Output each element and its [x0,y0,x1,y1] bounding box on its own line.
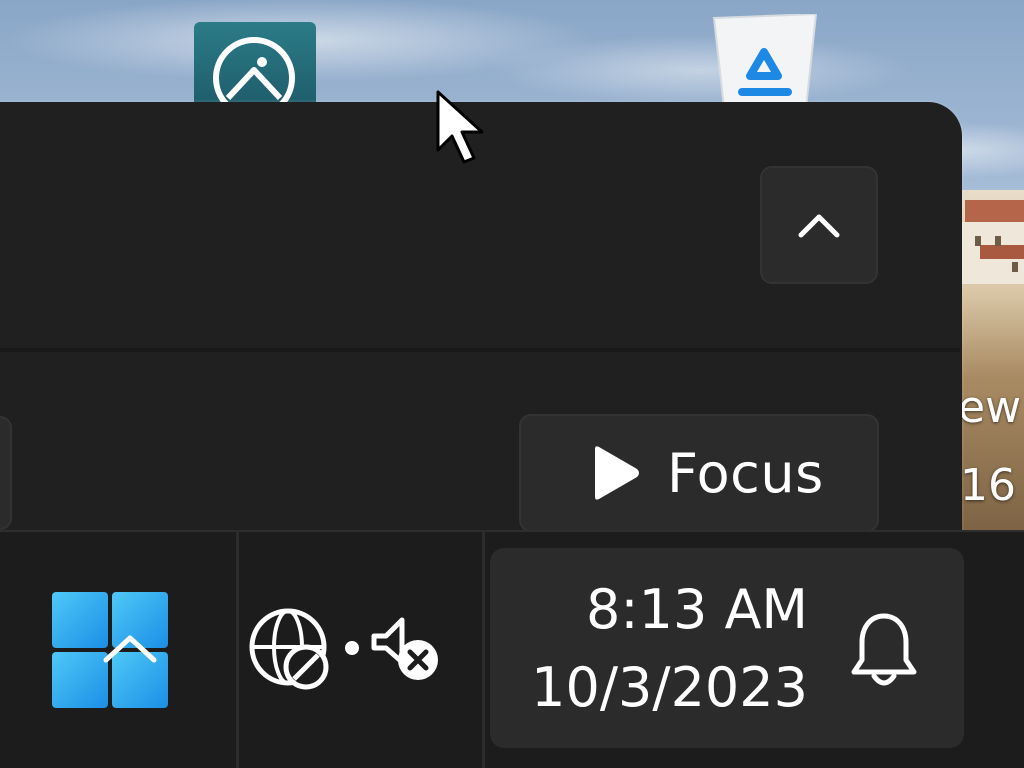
globe-no-internet-icon [249,608,329,690]
wallpaper-roof [965,200,1024,222]
clock-date: 10/3/2023 [531,656,808,719]
collapse-button[interactable] [760,166,878,284]
speaker-muted-icon [371,617,438,680]
taskbar-separator [236,530,239,768]
flyout-divider [0,348,960,352]
wallpaper-roof [980,245,1024,259]
clock-time: 8:13 AM [586,578,808,641]
mouse-cursor-icon [436,90,484,164]
bell-icon [851,613,917,686]
photos-icon [213,37,295,119]
chevron-up-icon [798,214,840,238]
wallpaper-window [995,236,1001,246]
wallpaper-text: ew [958,382,1022,433]
clock-notification-button[interactable]: 8:13 AM 10/3/2023 [490,548,964,748]
focus-button[interactable]: Focus [519,414,879,532]
wallpaper-text: 16 [960,460,1016,511]
desktop-icon-photos[interactable] [194,22,316,119]
wallpaper-window [975,236,981,246]
start-button[interactable] [52,592,170,710]
recycle-bin-icon [712,12,818,109]
windows-start-icon [52,592,168,708]
play-icon [595,446,639,500]
tray-separator-dot [345,641,359,655]
wallpaper-window [1012,262,1018,272]
system-tray-network-volume[interactable] [246,598,458,698]
partial-button[interactable] [0,416,12,530]
focus-button-label: Focus [667,441,824,505]
desktop-icon-recycle-bin[interactable] [712,12,818,109]
taskbar-separator [482,530,485,768]
